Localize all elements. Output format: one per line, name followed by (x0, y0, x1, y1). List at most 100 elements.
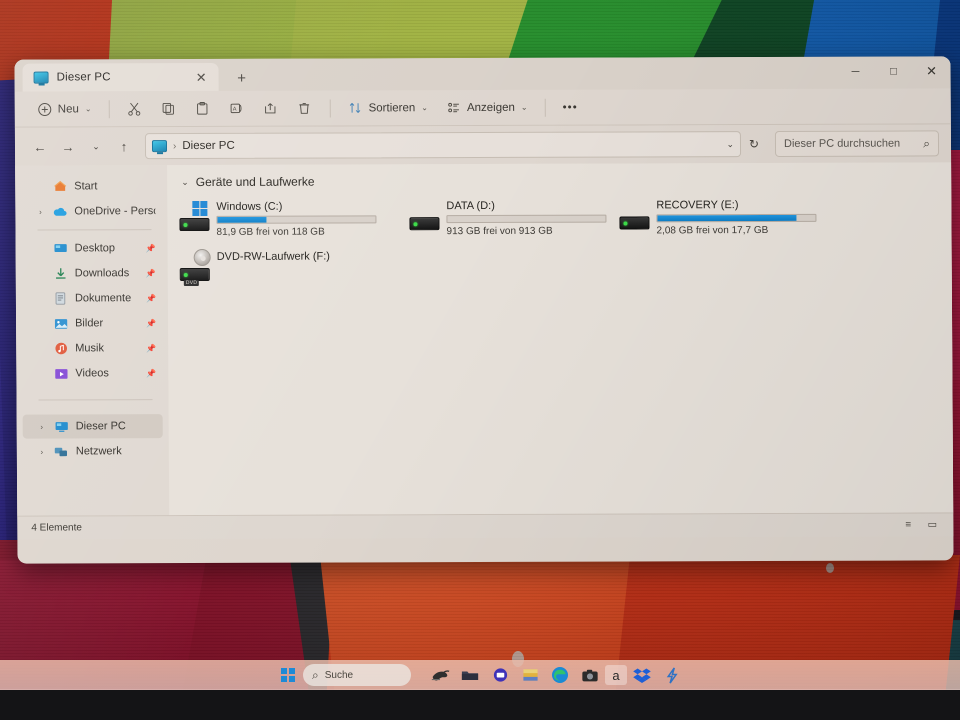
tab-dieser-pc[interactable]: Dieser PC ✕ (22, 62, 219, 92)
close-button[interactable]: ✕ (912, 56, 950, 86)
back-button[interactable]: ← (27, 134, 53, 160)
command-toolbar: Neu ⌄ A Sortieren ⌄ Anzeigen ⌄ ••• (14, 88, 951, 128)
navigation-pane: Start › OneDrive - Persona Desktop 📌 Dow… (15, 165, 170, 516)
rename-button[interactable]: A (220, 95, 252, 121)
this-pc-icon (33, 71, 49, 84)
more-options-button[interactable]: ••• (555, 94, 586, 120)
copy-icon (161, 101, 177, 117)
delete-icon (297, 100, 313, 116)
pin-icon[interactable]: 📌 (146, 269, 156, 278)
sidebar-item-dokumente[interactable]: Dokumente 📌 (22, 286, 162, 310)
toolbar-divider-2 (329, 99, 331, 118)
expander[interactable]: › (35, 207, 45, 216)
drive-label: DVD-RW-Laufwerk (F:) (216, 250, 330, 263)
sidebar-divider-1 (37, 229, 152, 231)
pin-icon[interactable]: 📌 (146, 244, 156, 253)
hdd-icon (409, 201, 440, 231)
new-tab-button[interactable]: + (228, 65, 254, 91)
recent-locations-button[interactable]: ⌄ (83, 133, 109, 159)
view-button-label: Anzeigen (466, 101, 515, 114)
folder-icon (461, 670, 479, 680)
ellipsis-icon: ••• (562, 101, 578, 114)
chevron-down-icon: ⌄ (520, 102, 528, 112)
search-input[interactable]: Dieser PC durchsuchen ⌕ (774, 130, 940, 157)
desktop-icon (53, 241, 68, 256)
search-input-text: Dieser PC durchsuchen (783, 137, 901, 150)
details-view-toggle[interactable]: ▭ (925, 519, 939, 531)
window-title-bar[interactable]: Dieser PC ✕ + ─ □ ✕ (14, 56, 951, 92)
delete-button[interactable] (288, 95, 320, 121)
drive-item-recovery-e[interactable]: RECOVERY (E:) 2,08 GB frei von 17,7 GB (615, 195, 825, 240)
new-button[interactable]: Neu ⌄ (29, 96, 100, 122)
sidebar-item-netzwerk[interactable]: › Netzwerk (23, 439, 163, 463)
sidebar-item-musik[interactable]: Musik 📌 (22, 336, 162, 360)
group-header-devices-and-drives[interactable]: ⌄ Geräte und Laufwerke (181, 172, 951, 189)
list-view-toggle[interactable]: ≡ (901, 519, 915, 531)
windows-start-button[interactable] (273, 662, 303, 688)
address-dropdown-icon[interactable]: ⌄ (726, 139, 734, 150)
sidebar-item-start[interactable]: Start (21, 174, 161, 198)
cut-button[interactable] (118, 96, 150, 122)
thispc-icon (54, 419, 69, 434)
pin-icon[interactable]: 📌 (146, 294, 156, 303)
chevron-down-icon[interactable]: ⌄ (181, 177, 189, 188)
drive-item-data-d[interactable]: DATA (D:) 913 GB frei von 913 GB (405, 196, 615, 241)
lightning-icon[interactable] (657, 662, 687, 688)
breadcrumb-separator: › (172, 140, 177, 152)
pin-icon[interactable]: 📌 (146, 369, 156, 378)
window-body: Start › OneDrive - Persona Desktop 📌 Dow… (15, 162, 954, 516)
paste-button[interactable] (186, 95, 218, 121)
minimize-button[interactable]: ─ (836, 57, 874, 87)
up-button[interactable]: ↑ (111, 133, 137, 159)
kiwi-app-icon[interactable] (425, 662, 455, 688)
camera-icon[interactable] (575, 662, 605, 688)
sidebar-item-desktop[interactable]: Desktop 📌 (22, 236, 162, 260)
toolbar-divider-1 (108, 99, 110, 118)
sidebar-item-bilder[interactable]: Bilder 📌 (22, 311, 162, 335)
content-pane[interactable]: ⌄ Geräte und Laufwerke Windows (C:) 81,9… (167, 162, 954, 516)
address-bar[interactable]: › Dieser PC ⌄ (144, 131, 742, 160)
pin-icon[interactable]: 📌 (146, 344, 156, 353)
taskbar-search-box[interactable]: ⌕ Suche (303, 664, 411, 686)
taskbar-search-text: Suche (324, 669, 354, 681)
sidebar-item-label: Downloads (74, 267, 130, 280)
view-toggles: ≡ ▭ (901, 519, 939, 531)
tab-close-icon[interactable]: ✕ (193, 69, 210, 84)
amazon-letter-a: a (612, 667, 620, 683)
drive-item-windows-c[interactable]: Windows (C:) 81,9 GB frei von 118 GB (175, 196, 405, 241)
sort-button[interactable]: Sortieren ⌄ (339, 95, 436, 121)
maximize-button[interactable]: □ (874, 57, 912, 87)
sidebar-item-onedrive[interactable]: › OneDrive - Persona (21, 199, 161, 223)
breadcrumb-item-dieser-pc[interactable]: Dieser PC (182, 140, 234, 152)
sidebar-item-videos[interactable]: Videos 📌 (22, 361, 162, 385)
dropbox-icon[interactable] (627, 662, 657, 688)
pin-icon[interactable]: 📌 (146, 319, 156, 328)
forward-button[interactable]: → (55, 133, 81, 159)
refresh-button[interactable]: ↻ (743, 133, 765, 155)
edge-browser-icon (552, 667, 568, 683)
windows-logo-icon (192, 200, 208, 217)
search-icon: ⌕ (312, 667, 319, 682)
view-button[interactable]: Anzeigen ⌄ (438, 94, 536, 120)
svg-text:A: A (233, 107, 237, 113)
sidebar-item-label: Bilder (75, 317, 104, 330)
file-explorer-icon[interactable] (455, 662, 485, 688)
copy-button[interactable] (152, 96, 184, 122)
sidebar-item-label: Start (74, 180, 98, 193)
share-button[interactable] (254, 95, 286, 121)
drive-item-dvd-f[interactable]: DVD DVD-RW-Laufwerk (F:) (176, 246, 406, 287)
sidebar-item-downloads[interactable]: Downloads 📌 (22, 261, 162, 285)
edge-icon[interactable] (545, 662, 575, 688)
new-button-label: Neu (57, 102, 79, 115)
expander[interactable]: › (37, 447, 47, 456)
sidebar-item-dieser-pc[interactable]: › Dieser PC (22, 414, 163, 439)
music-icon (53, 341, 68, 356)
amazon-icon[interactable]: a (605, 665, 627, 685)
store-icon[interactable] (515, 662, 545, 688)
sort-icon (348, 100, 364, 116)
windows-taskbar: ⌕ Suche a (0, 660, 960, 690)
chat-icon[interactable] (485, 662, 515, 688)
camera-icon (582, 669, 598, 681)
expander[interactable]: › (37, 422, 47, 431)
capacity-bar (216, 215, 377, 224)
